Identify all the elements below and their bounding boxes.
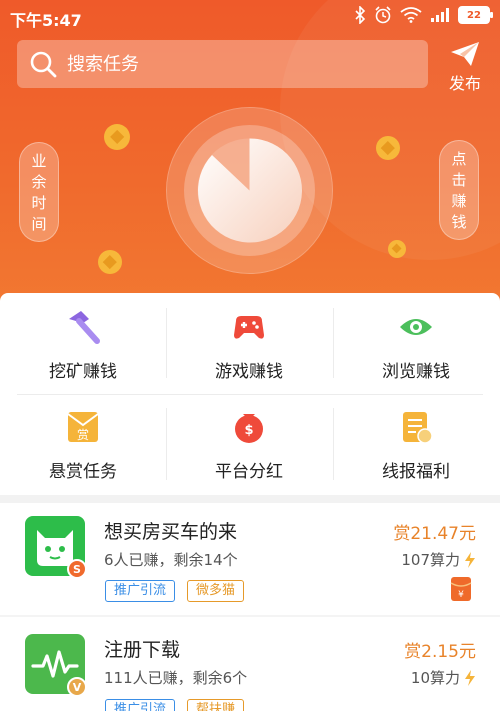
side-pill-left-label: 业余时间 [31, 152, 47, 233]
side-pill-spare-time[interactable]: 业余时间 [19, 142, 59, 242]
grid-label: 平台分红 [215, 462, 283, 482]
task-reward: 赏2.15元 [404, 642, 476, 662]
publish-button[interactable]: 发布 [440, 38, 490, 93]
search-bar[interactable] [17, 40, 428, 88]
hammer-icon [69, 311, 100, 344]
task-tag: 推广引流 [105, 580, 176, 602]
svg-text:$: $ [244, 423, 253, 438]
task-title: 注册下载 [104, 639, 181, 661]
task-power: 10算力 [411, 667, 476, 688]
task-badge: S [67, 559, 87, 579]
search-icon [30, 51, 57, 78]
progress-pie-icon [197, 138, 302, 243]
battery-icon: 22 [458, 6, 493, 24]
search-input[interactable] [67, 53, 407, 75]
signal-icon [430, 7, 450, 23]
grid-label: 游戏赚钱 [215, 362, 283, 382]
grid-label: 悬赏任务 [49, 462, 117, 482]
coin-icon [98, 250, 122, 274]
divider [0, 615, 500, 617]
task-power: 107算力 [401, 549, 476, 570]
task-title: 想买房买车的来 [104, 521, 238, 543]
task-meta: 6人已赚，剩余14个 [104, 551, 238, 569]
task-tag: 推广引流 [105, 699, 176, 711]
wifi-icon [400, 7, 422, 23]
clipboard-icon [403, 412, 433, 444]
category-grid: 挖矿赚钱 游戏赚钱 浏览赚钱 赏 悬赏任务 $ 平台分红 线报福利 [0, 293, 500, 495]
side-pill-right-label: 点击赚钱 [451, 150, 467, 231]
task-item[interactable]: S 想买房买车的来 6人已赚，剩余14个 推广引流 微多猫 赏21.47元 10… [0, 503, 500, 623]
red-packet-icon[interactable]: ¥ [450, 576, 472, 602]
status-time: 下午5:47 [10, 11, 82, 30]
status-bar: 下午5:47 22 [0, 0, 500, 34]
coin-icon [376, 136, 400, 160]
bluetooth-icon [354, 6, 366, 24]
coin-icon [104, 124, 130, 150]
grid-label: 挖矿赚钱 [49, 362, 117, 382]
task-tag: 微多猫 [187, 580, 245, 602]
grid-item-game[interactable]: 游戏赚钱 [166, 293, 332, 393]
grid-label: 浏览赚钱 [382, 362, 450, 382]
grid-label: 线报福利 [382, 462, 450, 482]
task-badge: V [67, 677, 87, 697]
side-pill-click-earn[interactable]: 点击赚钱 [439, 140, 479, 240]
task-reward: 赏21.47元 [393, 524, 476, 544]
grid-item-browse[interactable]: 浏览赚钱 [333, 293, 499, 393]
task-meta: 111人已赚，剩余6个 [104, 669, 248, 687]
coin-icon [388, 240, 406, 258]
task-power-text: 107算力 [401, 551, 460, 569]
task-list: S 想买房买车的来 6人已赚，剩余14个 推广引流 微多猫 赏21.47元 10… [0, 503, 500, 711]
hero-banner: 下午5:47 22 发布 业余时间 点击赚钱 [0, 0, 500, 330]
mining-dial-inner [184, 125, 315, 256]
grid-item-dividend[interactable]: $ 平台分红 [166, 393, 332, 493]
reward-envelope-icon: 赏 [67, 412, 99, 442]
lightning-icon [465, 551, 475, 568]
paper-plane-icon [451, 42, 479, 66]
gamepad-icon [234, 316, 264, 339]
svg-text:赏: 赏 [77, 428, 89, 442]
status-icons: 22 [354, 6, 493, 24]
svg-text:¥: ¥ [458, 590, 464, 600]
grid-item-mining[interactable]: 挖矿赚钱 [0, 293, 166, 393]
alarm-icon [374, 6, 392, 24]
task-tag: 帮扶赚 [187, 699, 245, 711]
lightning-icon [465, 669, 475, 686]
task-item[interactable]: V 注册下载 111人已赚，剩余6个 推广引流 帮扶赚 赏2.15元 10算力 [0, 621, 500, 711]
eye-icon [400, 319, 432, 335]
grid-item-tips[interactable]: 线报福利 [333, 393, 499, 493]
grid-item-reward-task[interactable]: 赏 悬赏任务 [0, 393, 166, 493]
money-bag-icon: $ [235, 414, 263, 443]
publish-label: 发布 [448, 74, 481, 93]
task-power-text: 10算力 [410, 669, 460, 687]
mining-dial[interactable] [167, 108, 332, 273]
